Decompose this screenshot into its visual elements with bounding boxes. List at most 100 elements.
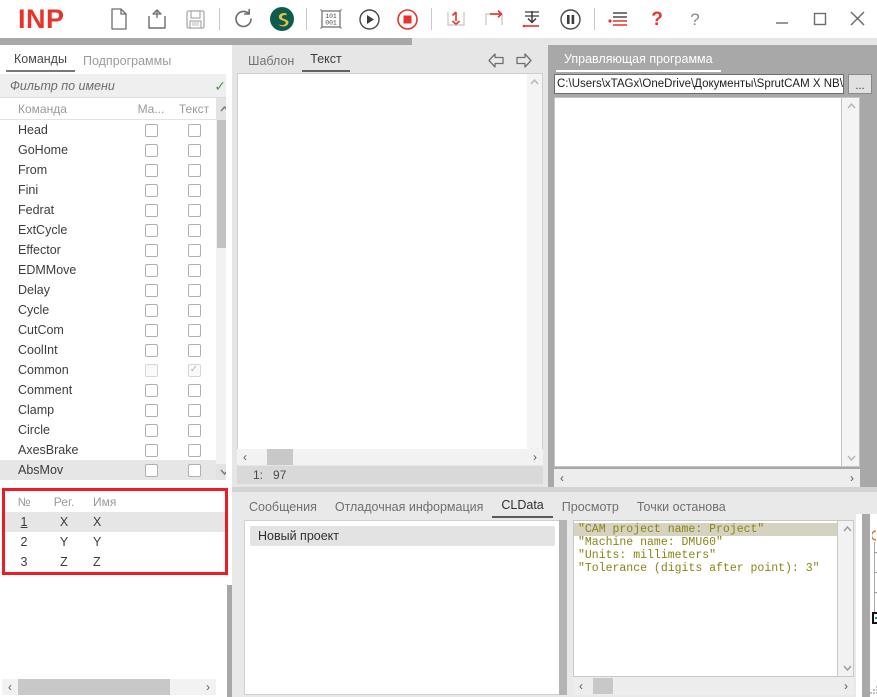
tab-точки-останова[interactable]: Точки останова — [628, 498, 735, 518]
command-row[interactable]: CutCom — [0, 320, 232, 340]
command-row[interactable]: Head — [0, 120, 232, 140]
hscroll-track[interactable] — [253, 449, 527, 465]
nav-back-icon[interactable] — [486, 50, 506, 70]
hscroll-right-arrow-icon[interactable]: › — [200, 679, 216, 695]
stop-icon[interactable] — [388, 0, 426, 38]
filter-row[interactable]: Фильтр по имени ✓ — [0, 74, 232, 98]
template-editor-vscrollbar[interactable] — [527, 73, 543, 460]
hscroll-left-arrow-icon[interactable]: ‹ — [573, 678, 589, 694]
checkbox-text[interactable] — [188, 264, 201, 277]
vscroll-up-arrow-icon[interactable] — [527, 74, 541, 90]
tab-nc-program[interactable]: Управляющая программа — [556, 50, 721, 72]
tab-subprograms[interactable]: Подпрограммы — [75, 52, 179, 72]
checkbox-ma[interactable] — [145, 404, 158, 417]
column-header-ma[interactable]: Ma... — [130, 102, 172, 116]
filter-apply-icon[interactable]: ✓ — [214, 79, 226, 93]
left-panel-hscrollbar[interactable]: ‹ › — [2, 679, 216, 695]
breakpoints-list-icon[interactable] — [600, 0, 638, 38]
command-row[interactable]: AxesBrake — [0, 440, 232, 460]
checkbox-text[interactable] — [188, 344, 201, 357]
checkbox-text[interactable] — [188, 184, 201, 197]
hscroll-thumb[interactable] — [593, 678, 613, 694]
hscroll-right-arrow-icon[interactable]: › — [527, 449, 543, 465]
checkbox-text[interactable] — [188, 144, 201, 157]
binary-code-icon[interactable]: 101001 — [312, 0, 350, 38]
command-row[interactable]: Delay — [0, 280, 232, 300]
hscroll-thumb[interactable] — [267, 449, 293, 465]
checkbox-text[interactable] — [188, 424, 201, 437]
command-row[interactable]: CoolInt — [0, 340, 232, 360]
checkbox-ma[interactable] — [145, 244, 158, 257]
left-panel-splitter[interactable] — [0, 482, 232, 487]
filter-input[interactable]: Фильтр по имени — [10, 79, 214, 93]
help-icon[interactable]: ? — [676, 0, 714, 38]
tab-cldata[interactable]: CLData — [492, 496, 552, 518]
vscroll-up-arrow-icon[interactable] — [839, 521, 855, 537]
command-row[interactable]: Common✓ — [0, 360, 232, 380]
command-row[interactable]: Comment — [0, 380, 232, 400]
vscroll-down-arrow-icon[interactable] — [839, 660, 855, 676]
command-row[interactable]: GoHome — [0, 140, 232, 160]
checkbox-ma[interactable] — [145, 324, 158, 337]
minimize-button[interactable] — [763, 0, 801, 38]
command-row[interactable]: Fini — [0, 180, 232, 200]
nc-program-editor[interactable] — [554, 97, 842, 467]
tab-template[interactable]: Шаблон — [240, 52, 302, 72]
outline-root-node-icon[interactable] — [872, 530, 877, 541]
hscroll-left-arrow-icon[interactable]: ‹ — [2, 679, 18, 695]
tab-отладочная-информация[interactable]: Отладочная информация — [326, 498, 493, 518]
checkbox-ma[interactable] — [145, 264, 158, 277]
cldata-line[interactable]: "Machine name: DMU60" — [574, 536, 837, 549]
checkbox-text[interactable] — [188, 444, 201, 457]
cldata-line[interactable]: "Units: millimeters" — [574, 549, 837, 562]
column-header-name[interactable]: Имя — [85, 495, 145, 509]
maximize-button[interactable] — [801, 0, 839, 38]
hscroll-left-arrow-icon[interactable]: ‹ — [237, 449, 253, 465]
open-file-icon[interactable] — [138, 0, 176, 38]
column-header-command[interactable]: Команда — [0, 102, 130, 116]
hscroll-thumb[interactable] — [18, 679, 170, 695]
checkbox-text[interactable] — [188, 324, 201, 337]
nc-path-input[interactable]: C:\Users\xTAGx\OneDrive\Документы\SprutC… — [554, 74, 844, 94]
project-list[interactable]: Новый проект — [244, 520, 559, 695]
command-row[interactable]: Circle — [0, 420, 232, 440]
outline-selected-node[interactable] — [872, 612, 877, 624]
cldata-line[interactable]: "Tolerance (digits after point): 3" — [574, 562, 837, 575]
checkbox-ma[interactable] — [145, 144, 158, 157]
checkbox-ma[interactable] — [145, 364, 158, 377]
template-editor-hscrollbar[interactable]: ‹ › — [237, 449, 543, 465]
column-header-number[interactable]: № — [5, 495, 43, 509]
checkbox-text[interactable]: ✓ — [188, 364, 201, 377]
command-row[interactable]: Clamp — [0, 400, 232, 420]
checkbox-text[interactable] — [188, 224, 201, 237]
cldata-hscrollbar[interactable]: ‹ › — [573, 677, 854, 695]
checkbox-ma[interactable] — [145, 164, 158, 177]
command-row[interactable]: Fedrat — [0, 200, 232, 220]
reload-icon[interactable] — [225, 0, 263, 38]
table-row[interactable]: 2YY — [5, 532, 225, 552]
axes-table[interactable]: № Рег. Имя 1XX2YY3ZZ — [2, 488, 228, 575]
vscroll-up-arrow-icon[interactable] — [843, 98, 859, 114]
step-over-icon[interactable] — [475, 0, 513, 38]
checkbox-ma[interactable] — [145, 284, 158, 297]
checkbox-ma[interactable] — [145, 184, 158, 197]
help-red-icon[interactable]: ? — [638, 0, 676, 38]
hscroll-right-arrow-icon[interactable]: › — [838, 678, 854, 694]
table-row[interactable]: 3ZZ — [5, 552, 225, 572]
command-row[interactable]: AbsMov — [0, 460, 232, 480]
checkbox-text[interactable] — [188, 464, 201, 477]
nav-forward-icon[interactable] — [514, 50, 534, 70]
column-header-register[interactable]: Рег. — [43, 495, 85, 509]
hscroll-left-arrow-icon[interactable]: ‹ — [554, 470, 570, 486]
column-header-text[interactable]: Текст — [172, 102, 216, 116]
checkbox-text[interactable] — [188, 404, 201, 417]
hscroll-right-arrow-icon[interactable]: › — [844, 470, 860, 486]
template-text-editor[interactable] — [237, 73, 527, 460]
hscroll-track[interactable] — [18, 679, 200, 695]
sprut-logo-icon[interactable] — [263, 0, 301, 38]
close-button[interactable] — [839, 0, 877, 38]
checkbox-ma[interactable] — [145, 384, 158, 397]
hscroll-track[interactable] — [570, 470, 844, 486]
cldata-viewer[interactable]: "CAM project name: Project""Machine name… — [573, 520, 838, 677]
step-into-icon[interactable] — [437, 0, 475, 38]
